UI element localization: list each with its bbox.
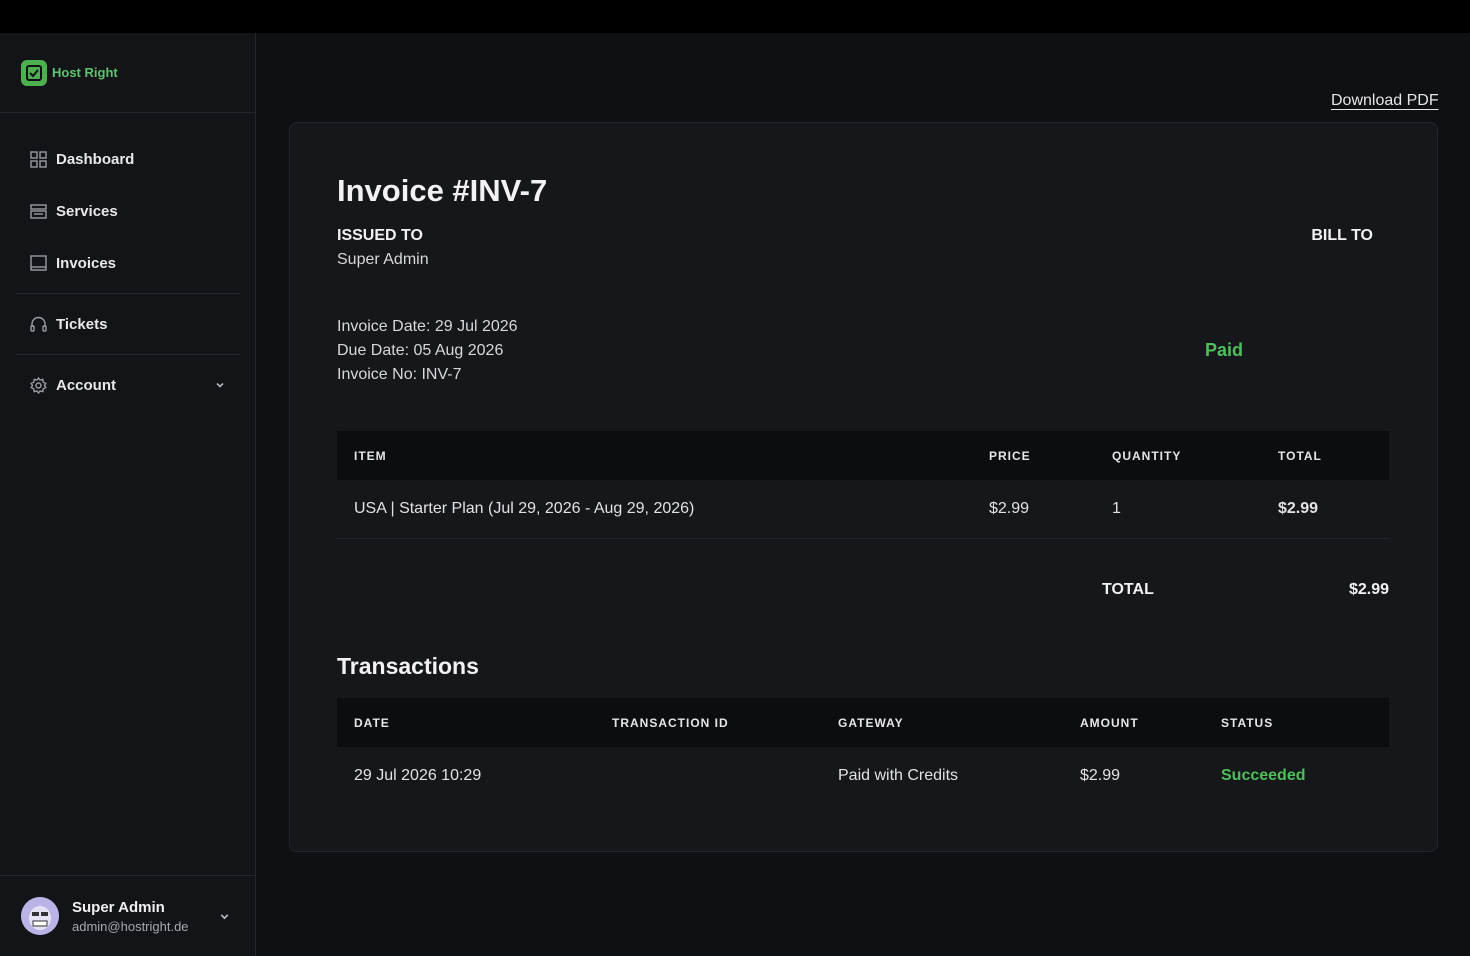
item-total: $2.99 — [1261, 480, 1389, 539]
sidebar-item-invoices[interactable]: Invoices — [16, 237, 240, 289]
nav-divider — [16, 354, 240, 355]
brand-name: Host Right — [52, 65, 118, 80]
window-top-bar — [0, 0, 1470, 33]
transaction-id — [595, 747, 821, 805]
host-right-logo-icon — [21, 59, 47, 86]
sidebar-item-label: Invoices — [56, 254, 117, 272]
due-date: Due Date: 05 Aug 2026 — [337, 342, 504, 359]
total-label: TOTAL — [1102, 581, 1154, 598]
column-header-amount: AMOUNT — [1063, 698, 1204, 747]
user-menu[interactable]: Super Admin admin@hostright.de — [0, 875, 255, 956]
page-title: Invoice #INV-7 — [337, 173, 548, 208]
download-pdf-link[interactable]: Download PDF — [1331, 92, 1439, 110]
avatar — [21, 897, 59, 935]
table-row: USA | Starter Plan (Jul 29, 2026 - Aug 2… — [337, 480, 1389, 539]
sidebar-item-dashboard[interactable]: Dashboard — [16, 133, 240, 185]
sidebar-item-tickets[interactable]: Tickets — [16, 298, 240, 350]
server-icon — [30, 203, 47, 219]
column-header-date: DATE — [337, 698, 595, 747]
table-row: 29 Jul 2026 10:29 Paid with Credits $2.9… — [337, 747, 1389, 805]
invoice-card: Invoice #INV-7 ISSUED TO Super Admin BIL… — [289, 122, 1438, 852]
item-description: USA | Starter Plan (Jul 29, 2026 - Aug 2… — [337, 480, 972, 539]
sidebar-nav: Dashboard Services Invoices Tickets Acco… — [16, 133, 240, 411]
sidebar-item-label: Account — [56, 376, 116, 394]
column-header-total: TOTAL — [1261, 431, 1389, 480]
invoice-number: Invoice No: INV-7 — [337, 366, 462, 383]
user-email: admin@hostright.de — [72, 918, 189, 934]
transaction-status: Succeeded — [1221, 767, 1306, 784]
column-header-gateway: GATEWAY — [821, 698, 1063, 747]
total-value: $2.99 — [1348, 581, 1389, 598]
invoice-date: Invoice Date: 29 Jul 2026 — [337, 318, 518, 335]
column-header-status: STATUS — [1204, 698, 1389, 747]
column-header-price: PRICE — [972, 431, 1095, 480]
invoice-meta: Invoice Date: 29 Jul 2026 Due Date: 05 A… — [337, 315, 518, 387]
sidebar-item-account[interactable]: Account — [16, 359, 240, 411]
transactions-title: Transactions — [337, 653, 479, 679]
transaction-amount: $2.99 — [1080, 767, 1121, 784]
transactions-table: DATE TRANSACTION ID GATEWAY AMOUNT STATU… — [337, 698, 1389, 805]
issued-to-label: ISSUED TO — [337, 227, 423, 244]
chevron-down-icon[interactable] — [214, 379, 226, 391]
chevron-down-icon[interactable] — [218, 910, 231, 923]
column-header-item: ITEM — [337, 431, 972, 480]
sidebar-item-label: Dashboard — [56, 150, 135, 168]
gear-icon — [30, 376, 47, 394]
column-header-transaction-id: TRANSACTION ID — [595, 698, 821, 747]
status-badge: Paid — [1205, 340, 1244, 360]
brand[interactable]: Host Right — [0, 33, 255, 113]
item-quantity: 1 — [1095, 480, 1261, 539]
nav-divider — [16, 293, 240, 294]
invoice-icon — [30, 254, 47, 271]
sidebar: Host Right Dashboard Services Invoices T… — [0, 33, 256, 956]
headset-icon — [30, 316, 47, 332]
issued-to-value: Super Admin — [337, 251, 429, 268]
transaction-date: 29 Jul 2026 10:29 — [354, 767, 482, 784]
items-table: ITEM PRICE QUANTITY TOTAL USA | Starter … — [337, 431, 1389, 539]
table-header-row: DATE TRANSACTION ID GATEWAY AMOUNT STATU… — [337, 698, 1389, 747]
grid-icon — [30, 150, 47, 168]
user-name: Super Admin — [72, 898, 165, 916]
column-header-quantity: QUANTITY — [1095, 431, 1261, 480]
transaction-gateway: Paid with Credits — [838, 767, 959, 784]
sidebar-item-services[interactable]: Services — [16, 185, 240, 237]
bill-to-label: BILL TO — [1311, 227, 1373, 244]
sidebar-item-label: Services — [56, 202, 118, 220]
item-price: $2.99 — [972, 480, 1095, 539]
table-header-row: ITEM PRICE QUANTITY TOTAL — [337, 431, 1389, 480]
sidebar-item-label: Tickets — [56, 315, 108, 333]
